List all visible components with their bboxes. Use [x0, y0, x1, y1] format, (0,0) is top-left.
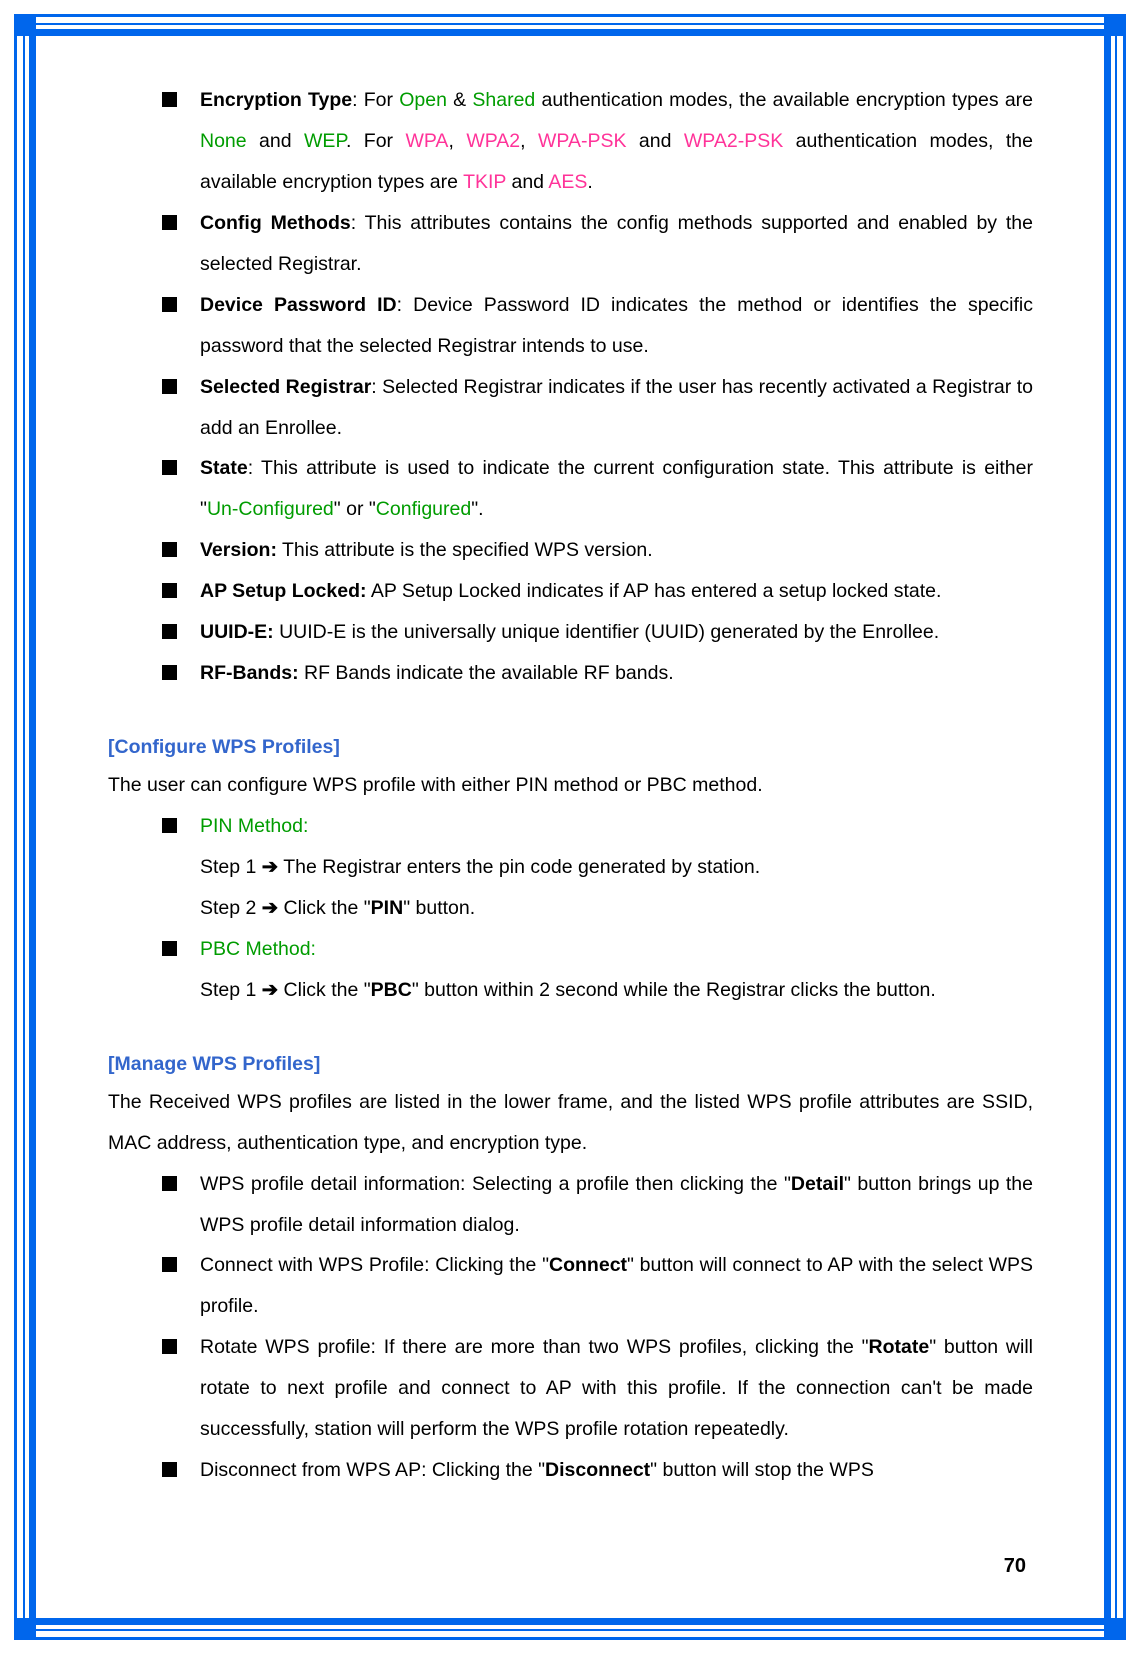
page-number: 70 [1004, 1555, 1026, 1578]
list-item: Selected Registrar: Selected Registrar i… [162, 367, 1033, 449]
list-item: Rotate WPS profile: If there are more th… [162, 1327, 1033, 1450]
list-item: UUID-E: UUID-E is the universally unique… [162, 612, 1033, 653]
manage-list: WPS profile detail information: Selectin… [108, 1164, 1033, 1492]
definition-list: Encryption Type: For Open & Shared authe… [108, 80, 1033, 694]
list-item: State: This attribute is used to indicat… [162, 448, 1033, 530]
arrow-right-icon: ➔ [262, 979, 278, 1001]
method-list: PIN Method: [108, 806, 1033, 847]
list-item: AP Setup Locked: AP Setup Locked indicat… [162, 571, 1033, 612]
list-item: PBC Method: [162, 929, 1033, 970]
term: Device Password ID [200, 294, 397, 316]
page-content: Encryption Type: For Open & Shared authe… [108, 80, 1033, 1491]
pbc-method-label: PBC Method: [200, 938, 316, 960]
term: State [200, 457, 248, 479]
list-item: Disconnect from WPS AP: Clicking the "Di… [162, 1450, 1033, 1491]
term: UUID-E: [200, 621, 274, 643]
pbc-step-1: Step 1 ➔ Click the "PBC" button within 2… [108, 970, 1033, 1011]
term: Version: [200, 539, 277, 561]
term: Selected Registrar [200, 376, 371, 398]
method-list: PBC Method: [108, 929, 1033, 970]
arrow-right-icon: ➔ [262, 897, 278, 919]
term: RF-Bands: [200, 662, 299, 684]
list-item: Connect with WPS Profile: Clicking the "… [162, 1245, 1033, 1327]
list-item: Version: This attribute is the specified… [162, 530, 1033, 571]
term: AP Setup Locked: [200, 580, 367, 602]
pin-step-1: Step 1 ➔ The Registrar enters the pin co… [108, 847, 1033, 888]
list-item: WPS profile detail information: Selectin… [162, 1164, 1033, 1246]
list-item: Encryption Type: For Open & Shared authe… [162, 80, 1033, 203]
list-item: PIN Method: [162, 806, 1033, 847]
pin-method-label: PIN Method: [200, 815, 308, 837]
list-item: RF-Bands: RF Bands indicate the availabl… [162, 653, 1033, 694]
term: Encryption Type [200, 89, 352, 111]
pin-step-2: Step 2 ➔ Click the "PIN" button. [108, 888, 1033, 929]
arrow-right-icon: ➔ [262, 856, 278, 878]
section-heading-manage: [Manage WPS Profiles] [108, 1053, 1033, 1076]
section-intro: The user can configure WPS profile with … [108, 765, 1033, 806]
section-intro: The Received WPS profiles are listed in … [108, 1082, 1033, 1164]
section-heading-configure: [Configure WPS Profiles] [108, 736, 1033, 759]
list-item: Device Password ID: Device Password ID i… [162, 285, 1033, 367]
list-item: Config Methods: This attributes contains… [162, 203, 1033, 285]
term: Config Methods [200, 212, 351, 234]
